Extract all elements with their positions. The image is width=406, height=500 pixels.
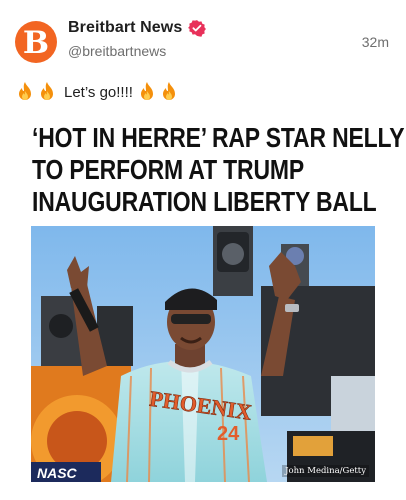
photo-credit: John Medina/Getty [282,465,369,477]
jersey-number: 24 [217,423,240,445]
fire-emoji-icon [17,82,33,102]
avatar-letter: B [22,24,50,61]
post-timestamp: 32m [361,34,389,50]
author-avatar[interactable]: B [15,21,57,63]
headline-line: TO PERFORM AT TRUMP [32,154,304,185]
caption-text: Let’s go!!!! [64,83,133,101]
fire-emoji-icon [39,82,55,102]
performer-photo-illustration: NASC PHOENIX 24 [31,226,375,482]
headline-line: ‘HOT IN HERRE’ RAP STAR NELLY [32,122,405,153]
article-headline[interactable]: ‘HOT IN HERRE’ RAP STAR NELLY TO PERFORM… [32,122,405,218]
headline-line: INAUGURATION LIBERTY BALL [32,186,377,217]
author-name-row: Breitbart News [68,19,207,37]
social-post: B Breitbart News @breitbartnews 32m Let’… [0,0,406,500]
post-caption: Let’s go!!!! [17,82,183,102]
verified-badge-icon [188,19,207,37]
fire-emoji-icon [139,82,155,102]
author-display-name[interactable]: Breitbart News [68,19,182,37]
article-photo[interactable]: NASC PHOENIX 24 John Medina/Getty [31,226,375,482]
author-handle[interactable]: @breitbartnews [68,43,166,59]
banner-text: NASC [37,465,78,481]
fire-emoji-icon [161,82,177,102]
